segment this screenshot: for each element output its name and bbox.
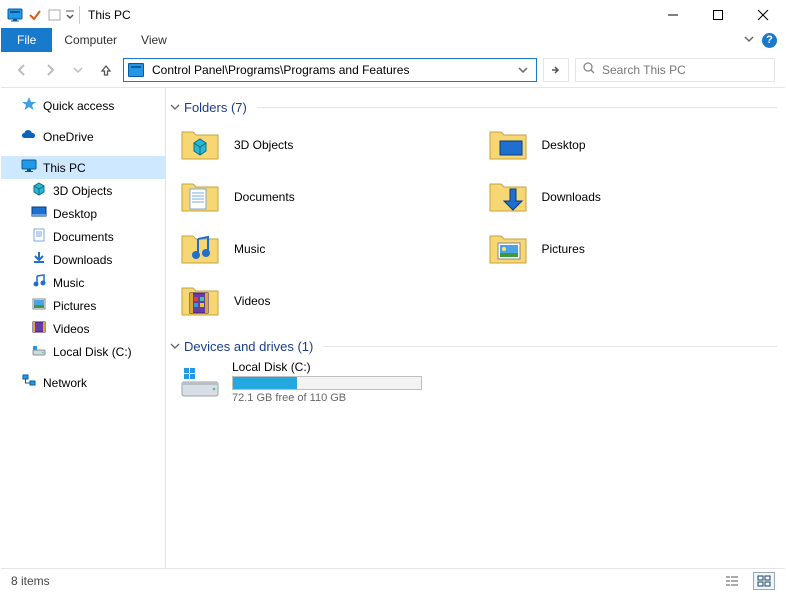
- folder-icon: [178, 281, 222, 321]
- group-header-drives[interactable]: Devices and drives (1): [170, 339, 777, 354]
- sidebar-item-3d-objects[interactable]: 3D Objects: [1, 179, 165, 202]
- view-large-icons-button[interactable]: [753, 572, 775, 590]
- folder-icon: [486, 177, 530, 217]
- recent-locations-icon[interactable]: [67, 59, 89, 81]
- forward-button[interactable]: [39, 59, 61, 81]
- back-button[interactable]: [11, 59, 33, 81]
- folder-videos[interactable]: Videos: [178, 277, 466, 325]
- drive-capacity-bar: [232, 376, 422, 390]
- folder-icon: [178, 229, 222, 269]
- folder-icon: [486, 229, 530, 269]
- folder-music[interactable]: Music: [178, 225, 466, 273]
- drive-name: Local Disk (C:): [232, 360, 422, 374]
- folder-icon: [486, 125, 530, 165]
- titlebar-separator: [79, 6, 80, 24]
- address-location-icon: [128, 63, 144, 77]
- up-button[interactable]: [95, 59, 117, 81]
- window-title: This PC: [88, 8, 131, 22]
- music-icon: [31, 273, 47, 292]
- sidebar-item-this-pc[interactable]: This PC: [1, 156, 165, 179]
- sidebar-item-downloads[interactable]: Downloads: [1, 248, 165, 271]
- sidebar-item-local-disk[interactable]: Local Disk (C:): [1, 340, 165, 363]
- address-history-icon[interactable]: [514, 65, 532, 75]
- qat-customize-icon[interactable]: [65, 8, 75, 22]
- sidebar-item-onedrive[interactable]: OneDrive: [1, 125, 165, 148]
- folder-desktop[interactable]: Desktop: [486, 121, 774, 169]
- view-details-button[interactable]: [721, 572, 743, 590]
- sidebar-item-network[interactable]: Network: [1, 371, 165, 394]
- chevron-down-icon: [170, 340, 180, 354]
- sidebar-item-videos[interactable]: Videos: [1, 317, 165, 340]
- documents-icon: [31, 227, 47, 246]
- address-input[interactable]: [150, 62, 508, 78]
- search-box[interactable]: Search This PC: [575, 58, 775, 82]
- search-icon: [582, 61, 596, 78]
- close-button[interactable]: [740, 1, 785, 28]
- menu-file[interactable]: File: [1, 28, 52, 52]
- videos-icon: [31, 319, 47, 338]
- cloud-icon: [21, 127, 37, 146]
- help-button[interactable]: ?: [762, 33, 777, 48]
- sidebar-item-documents[interactable]: Documents: [1, 225, 165, 248]
- cube-icon: [31, 181, 47, 200]
- window-monitor-icon: [7, 7, 23, 23]
- download-icon: [31, 250, 47, 269]
- folder-icon: [178, 177, 222, 217]
- menubar: File Computer View ?: [1, 28, 785, 52]
- star-icon: [21, 96, 37, 115]
- sidebar-item-pictures[interactable]: Pictures: [1, 294, 165, 317]
- chevron-down-icon: [170, 101, 180, 115]
- folder-icon: [178, 125, 222, 165]
- titlebar: This PC: [1, 1, 785, 28]
- desktop-icon: [31, 204, 47, 223]
- status-item-count: 8 items: [11, 574, 50, 588]
- drive-local-disk-c[interactable]: Local Disk (C:) 72.1 GB free of 110 GB: [170, 356, 777, 404]
- folder-pictures[interactable]: Pictures: [486, 225, 774, 273]
- qat-properties-icon[interactable]: [27, 7, 43, 23]
- ribbon-expand-icon[interactable]: [744, 33, 754, 47]
- menu-computer[interactable]: Computer: [52, 28, 129, 52]
- address-go-button[interactable]: [543, 58, 569, 82]
- network-icon: [21, 373, 37, 392]
- address-bar[interactable]: [123, 58, 537, 82]
- content-area: Folders (7) 3D Objects Desktop Documents…: [166, 88, 785, 568]
- sidebar-item-desktop[interactable]: Desktop: [1, 202, 165, 225]
- group-header-folders[interactable]: Folders (7): [170, 100, 777, 115]
- maximize-button[interactable]: [695, 1, 740, 28]
- drive-icon: [178, 362, 222, 402]
- minimize-button[interactable]: [650, 1, 695, 28]
- drive-free-text: 72.1 GB free of 110 GB: [232, 392, 422, 404]
- statusbar: 8 items: [1, 568, 785, 592]
- folder-downloads[interactable]: Downloads: [486, 173, 774, 221]
- menu-view[interactable]: View: [129, 28, 179, 52]
- monitor-icon: [21, 158, 37, 177]
- search-placeholder: Search This PC: [602, 63, 686, 77]
- sidebar-item-music[interactable]: Music: [1, 271, 165, 294]
- nav-toolbar: Search This PC: [1, 52, 785, 88]
- folder-documents[interactable]: Documents: [178, 173, 466, 221]
- nav-pane: Quick access OneDrive This PC 3D Objects…: [1, 88, 166, 568]
- folder-3d-objects[interactable]: 3D Objects: [178, 121, 466, 169]
- qat-new-folder-icon[interactable]: [47, 7, 63, 23]
- drive-capacity-used: [233, 377, 297, 389]
- pictures-icon: [31, 296, 47, 315]
- drive-icon: [31, 342, 47, 361]
- sidebar-item-quick-access[interactable]: Quick access: [1, 94, 165, 117]
